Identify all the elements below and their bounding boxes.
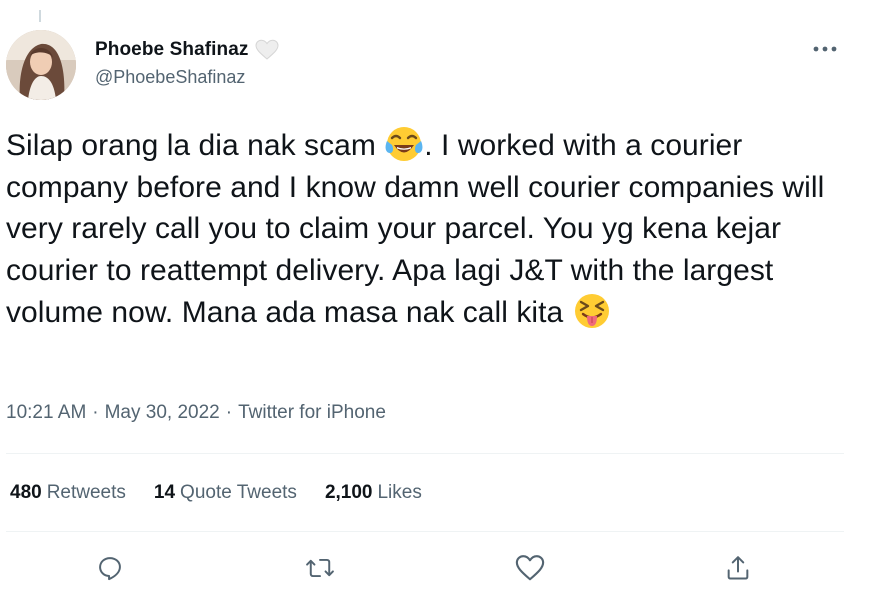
retweet-button[interactable]: [300, 548, 340, 588]
quote-tweets-label: Quote Tweets: [180, 482, 297, 503]
likes-stat[interactable]: 2,100 Likes: [325, 482, 422, 504]
reply-icon: [99, 557, 121, 581]
thread-connector-line: [39, 10, 41, 22]
avatar-image: [6, 30, 76, 100]
like-button[interactable]: [510, 548, 550, 588]
likes-label: Likes: [377, 482, 422, 503]
divider: [6, 453, 844, 454]
author-name-row: Phoebe Shafinaz: [95, 37, 279, 63]
author-handle[interactable]: @PhoebeShafinaz: [95, 67, 245, 88]
tweet-text-part: Silap orang la dia nak scam: [6, 129, 385, 162]
author-display-name[interactable]: Phoebe Shafinaz: [95, 39, 249, 61]
avatar[interactable]: [6, 30, 76, 100]
reply-button[interactable]: [90, 548, 130, 588]
quote-tweets-count: 14: [153, 482, 176, 503]
tweet-card: Phoebe Shafinaz @PhoebeShafinaz Silap or…: [0, 0, 870, 607]
retweets-stat[interactable]: 480 Retweets: [10, 482, 126, 504]
squinting-tongue-emoji-icon: [572, 291, 612, 331]
meta-separator: ·: [225, 402, 233, 423]
likes-count: 2,100: [324, 482, 373, 503]
engagement-stats: 480 Retweets 14 Quote Tweets 2,100 Likes: [10, 482, 422, 504]
more-dots-icon: [813, 46, 837, 52]
tweet-date[interactable]: May 30, 2022: [105, 402, 220, 424]
tears-of-joy-emoji-icon: [384, 124, 424, 164]
share-icon: [727, 556, 749, 580]
retweet-icon: [306, 558, 334, 578]
quote-tweets-stat[interactable]: 14 Quote Tweets: [154, 482, 297, 504]
tweet-source[interactable]: Twitter for iPhone: [238, 402, 386, 424]
action-bar: [0, 548, 870, 588]
more-options-button[interactable]: [808, 34, 842, 64]
share-button[interactable]: [718, 548, 758, 588]
retweets-label: Retweets: [46, 482, 126, 503]
tweet-text: Silap orang la dia nak scam . I worked w…: [6, 124, 856, 334]
tweet-metadata: 10:21 AM · May 30, 2022 · Twitter for iP…: [6, 402, 386, 424]
retweets-count: 480: [10, 482, 42, 503]
divider: [6, 531, 844, 532]
like-icon: [515, 555, 545, 581]
meta-separator: ·: [92, 402, 99, 423]
white-heart-icon: [255, 39, 279, 61]
tweet-time[interactable]: 10:21 AM: [6, 402, 86, 424]
